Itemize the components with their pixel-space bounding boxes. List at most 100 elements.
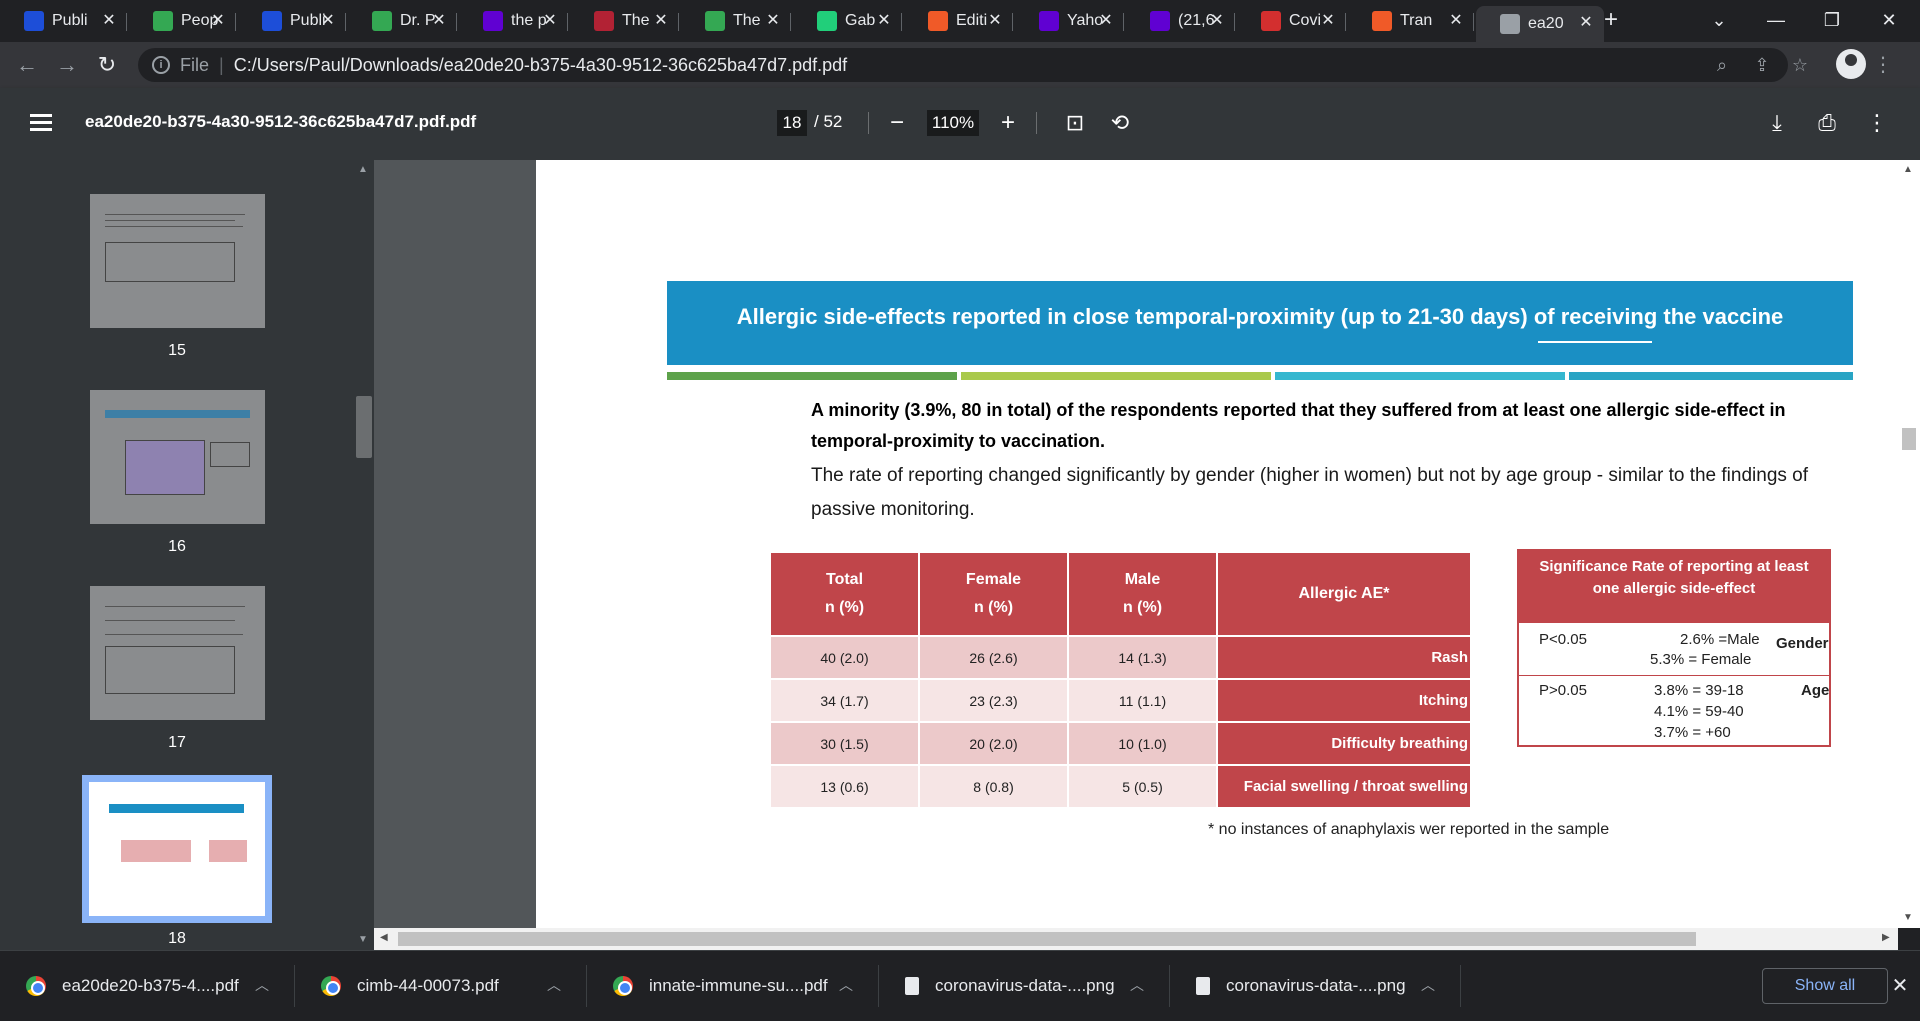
download-item[interactable]: ea20de20-b375-4....pdf ︿ [0, 951, 295, 1021]
tab-close-icon[interactable]: ✕ [763, 11, 783, 31]
age-rate-60-plus: 3.7% = +60 [1654, 724, 1731, 741]
url-text[interactable]: C:/Users/Paul/Downloads/ea20de20-b375-4a… [234, 55, 847, 76]
back-button[interactable]: ← [12, 50, 42, 80]
page-number-input[interactable]: 18 [777, 110, 807, 136]
browser-tab[interactable]: The ✕ [681, 4, 791, 38]
sidebar-scrollbar[interactable]: ▲ ▼ [354, 160, 374, 950]
browser-tab[interactable]: Yaho ✕ [1015, 4, 1124, 38]
info-icon[interactable]: i [152, 56, 170, 74]
cell-total: 30 (1.5) [769, 721, 920, 766]
show-all-button[interactable]: Show all [1762, 968, 1888, 1004]
tab-active[interactable]: ea20 ✕ [1476, 6, 1604, 42]
thumbnail-page-18-selected[interactable] [82, 775, 272, 923]
tab-close-icon[interactable]: ✕ [208, 11, 228, 31]
zoom-in-button[interactable]: + [993, 108, 1023, 138]
reload-button[interactable]: ↻ [92, 50, 122, 80]
gender-p-value: P<0.05 [1539, 631, 1587, 648]
scroll-right-arrow-icon[interactable]: ▶ [1882, 932, 1890, 943]
tab-close-icon[interactable]: ✕ [540, 11, 560, 31]
hamburger-menu-icon[interactable] [30, 114, 52, 132]
close-window-button[interactable]: ✕ [1866, 0, 1912, 40]
tab-close-icon[interactable]: ✕ [1207, 11, 1227, 31]
close-download-shelf-icon[interactable]: ✕ [1885, 971, 1915, 1001]
thumbnail-page-17[interactable] [90, 586, 265, 720]
browser-tab[interactable]: Tran ✕ [1348, 4, 1474, 38]
scroll-down-arrow-icon[interactable]: ▼ [358, 934, 368, 945]
browser-tab[interactable]: The ✕ [570, 4, 679, 38]
bookmark-star-icon[interactable]: ☆ [1789, 54, 1811, 76]
thumbnail-page-15[interactable] [90, 194, 265, 328]
chrome-file-icon [26, 976, 46, 996]
divider [1036, 112, 1037, 134]
tab-title: ea20 [1528, 15, 1564, 32]
chevron-up-icon[interactable]: ︿ [1421, 975, 1435, 995]
scroll-left-arrow-icon[interactable]: ◀ [380, 932, 388, 943]
browser-tab[interactable]: Publi ✕ [238, 4, 346, 38]
browser-tab[interactable]: (21,6 ✕ [1126, 4, 1235, 38]
rotate-icon[interactable]: ⟲ [1105, 108, 1135, 138]
gender-rate-female: 5.3% = Female [1650, 651, 1752, 668]
tab-close-icon[interactable]: ✕ [985, 11, 1005, 31]
download-item[interactable]: innate-immune-su....pdf ︿ [587, 951, 879, 1021]
tab-separator [901, 13, 902, 31]
print-icon[interactable]: ⎙ [1812, 108, 1842, 138]
slide-title: Allergic side-effects reported in close … [736, 304, 1784, 329]
new-tab-button[interactable]: + [1587, 0, 1635, 40]
page-total: / 52 [814, 112, 843, 131]
share-icon[interactable]: ⇪ [1751, 54, 1773, 76]
header-female: Female n (%) [918, 551, 1069, 637]
tab-close-icon[interactable]: ✕ [874, 11, 894, 31]
table-header-row: Total n (%) Female n (%) Male n (%) Allergi… [769, 551, 1472, 637]
address-bar[interactable]: i File | C:/Users/Paul/Downloads/ea20de2… [138, 48, 1808, 82]
forward-button[interactable]: → [52, 50, 82, 80]
chevron-up-icon[interactable]: ︿ [255, 975, 269, 995]
zoom-icon[interactable]: ⌕ [1711, 54, 1733, 76]
fit-page-icon[interactable]: ⊡ [1060, 108, 1090, 138]
chrome-menu-icon[interactable]: ⋮ [1868, 50, 1898, 80]
download-item[interactable]: coronavirus-data-....png ︿ [1170, 951, 1461, 1021]
vertical-scroll-thumb[interactable] [1902, 428, 1916, 450]
file-scheme-label: File [180, 54, 210, 75]
download-filename: coronavirus-data-....png [935, 976, 1115, 995]
tab-search-chevron-icon[interactable]: ⌄ [1696, 0, 1742, 40]
zoom-out-button[interactable]: − [882, 108, 912, 138]
thumbnail-text-line [105, 634, 243, 635]
thumbnail-table [209, 840, 247, 862]
browser-tab[interactable]: Gab ✕ [793, 4, 902, 38]
viewer-vertical-scrollbar[interactable]: ▲ ▼ [1898, 160, 1920, 928]
browser-tab[interactable]: Covi ✕ [1237, 4, 1346, 38]
summary-text: The rate of reporting changed significan… [811, 465, 1809, 520]
browser-tab[interactable]: Peop ✕ [129, 4, 236, 38]
tab-close-icon[interactable]: ✕ [99, 11, 119, 31]
download-item[interactable]: coronavirus-data-....png ︿ [879, 951, 1170, 1021]
sidebar-scroll-thumb[interactable] [356, 396, 372, 458]
more-options-icon[interactable]: ⋮ [1862, 108, 1892, 138]
table-row: 40 (2.0) 26 (2.6) 14 (1.3) Rash [769, 635, 1472, 680]
scroll-up-arrow-icon[interactable]: ▲ [1903, 164, 1913, 175]
browser-tab[interactable]: Editi ✕ [904, 4, 1013, 38]
chevron-up-icon[interactable]: ︿ [839, 975, 853, 995]
maximize-button[interactable]: ❐ [1809, 0, 1855, 40]
browser-tab[interactable]: Publi ✕ [0, 4, 127, 38]
minimize-button[interactable]: — [1753, 0, 1799, 40]
scroll-up-arrow-icon[interactable]: ▲ [358, 164, 368, 175]
thumbnail-page-16[interactable] [90, 390, 265, 524]
chevron-up-icon[interactable]: ︿ [547, 975, 561, 995]
tab-close-icon[interactable]: ✕ [1318, 11, 1338, 31]
profile-avatar[interactable] [1836, 49, 1866, 79]
tab-close-icon[interactable]: ✕ [1096, 11, 1116, 31]
tab-close-icon[interactable]: ✕ [429, 11, 449, 31]
zoom-level-input[interactable]: 110% [927, 110, 979, 136]
chevron-up-icon[interactable]: ︿ [1130, 975, 1144, 995]
download-icon[interactable]: ⤓ [1762, 108, 1792, 138]
browser-tab[interactable]: the p ✕ [459, 4, 568, 38]
download-item[interactable]: cimb-44-00073.pdf ︿ [295, 951, 587, 1021]
viewer-horizontal-scrollbar[interactable]: ◀ ▶ [374, 928, 1898, 950]
tab-close-icon[interactable]: ✕ [318, 11, 338, 31]
gender-rate-male: 2.6% =Male [1680, 631, 1760, 648]
tab-close-icon[interactable]: ✕ [651, 11, 671, 31]
horizontal-scroll-thumb[interactable] [398, 932, 1696, 946]
browser-tab[interactable]: Dr. P ✕ [348, 4, 457, 38]
scroll-down-arrow-icon[interactable]: ▼ [1903, 912, 1913, 923]
tab-close-icon[interactable]: ✕ [1446, 11, 1466, 31]
